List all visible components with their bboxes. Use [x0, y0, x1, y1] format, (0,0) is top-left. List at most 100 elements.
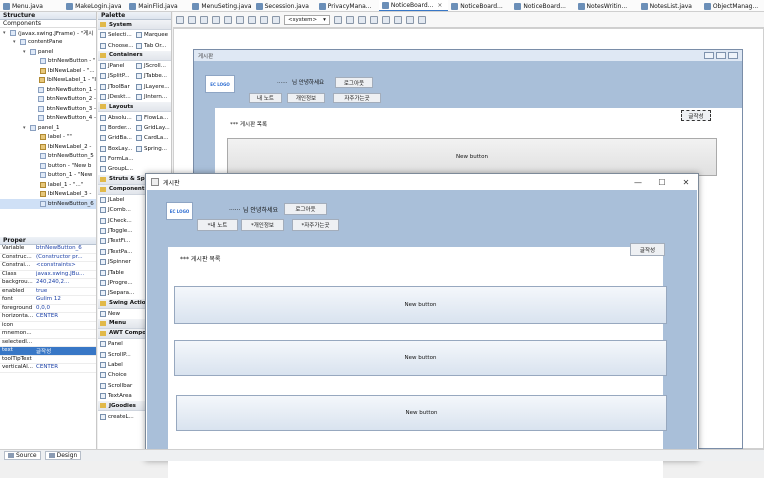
property-row[interactable]: text 글작성	[0, 347, 96, 356]
favorites-button[interactable]: 자주가는곳	[333, 93, 381, 103]
tree-item[interactable]: btnNewButton - "	[0, 57, 96, 67]
palette-item[interactable]: JPanel	[98, 61, 134, 71]
close-button[interactable]: ✕	[674, 174, 698, 190]
palette-item[interactable]: GridLay...	[134, 123, 170, 133]
same-height-icon[interactable]	[417, 15, 426, 24]
favorites-button[interactable]: *자주가는곳	[292, 219, 339, 231]
expand-icon[interactable]: ▾	[23, 49, 28, 55]
tree-item[interactable]: button - "New b	[0, 161, 96, 171]
write-post-button[interactable]: 글작성	[630, 243, 665, 256]
palette-item[interactable]: ScrollP...	[98, 349, 134, 359]
palette-item[interactable]: Absolu...	[98, 112, 134, 122]
palette-item[interactable]: createL...	[98, 411, 134, 421]
look-and-feel-icon[interactable]	[272, 15, 280, 24]
tree-item[interactable]: btnNewButton_5	[0, 152, 96, 162]
palette-item[interactable]: JTextPa...	[98, 247, 134, 257]
palette-item[interactable]: JSepara...	[98, 288, 134, 298]
tree-item[interactable]: lblNewLabel - "...	[0, 66, 96, 76]
palette-item[interactable]: Selecti...	[98, 30, 134, 40]
tree-item[interactable]: lblNewLabel_2 -	[0, 142, 96, 152]
palette-item[interactable]: JProgre...	[98, 278, 134, 288]
tree-item[interactable]: lblNewLabel_1 - "I	[0, 76, 96, 86]
minimize-button[interactable]: —	[626, 174, 650, 190]
align-center-icon[interactable]	[345, 15, 354, 24]
undo-icon[interactable]	[176, 15, 184, 24]
expand-icon[interactable]: ▾	[3, 30, 8, 36]
tree-item[interactable]: ▾ (javax.swing.JFrame) - "게시	[0, 28, 96, 38]
align-bottom-icon[interactable]	[393, 15, 402, 24]
property-value[interactable]	[36, 339, 96, 347]
palette-item[interactable]: GroupL...	[98, 164, 134, 174]
tree-item[interactable]: ▾ contentPane	[0, 38, 96, 48]
palette-item[interactable]: FormLa...	[98, 154, 134, 164]
editor-tab[interactable]: NoticeBoard... ×	[378, 0, 449, 11]
editor-tab[interactable]: Menu.java	[0, 0, 63, 11]
property-value[interactable]: btnNewButton_6	[36, 245, 96, 253]
align-right-icon[interactable]	[357, 15, 366, 24]
palette-category[interactable]: Layouts	[98, 102, 171, 113]
my-notes-button[interactable]: 내 노트	[249, 93, 282, 103]
align-middle-icon[interactable]	[381, 15, 390, 24]
property-value[interactable]: (Constructor pr...	[36, 254, 96, 262]
editor-tab[interactable]: PrivacyMana...	[316, 0, 379, 11]
palette-item[interactable]: JSpinner	[98, 257, 134, 267]
property-value[interactable]: javax.swing.JBu...	[36, 271, 96, 279]
editor-tab[interactable]: Secession.java	[253, 0, 316, 11]
design-tab[interactable]: Design	[44, 451, 82, 460]
palette-item[interactable]: JLabel	[98, 195, 134, 205]
tree-item[interactable]: btnNewButton_3 -	[0, 104, 96, 114]
welcome-dots-label[interactable]: ......	[277, 79, 288, 85]
align-top-icon[interactable]	[369, 15, 378, 24]
tree-item[interactable]: button_1 - "New	[0, 171, 96, 181]
property-row[interactable]: Construc... (Constructor pr...	[0, 254, 96, 262]
property-row[interactable]: foreground 0,0,0	[0, 305, 96, 313]
property-value[interactable]	[36, 322, 96, 330]
palette-item[interactable]: Scrollbar	[98, 381, 134, 391]
editor-tab[interactable]: MakeLogin.java	[63, 0, 126, 11]
palette-item[interactable]: CardLa...	[134, 133, 170, 143]
palette-item[interactable]: JTabbe...	[134, 71, 170, 81]
palette-item[interactable]: JLayere...	[134, 82, 170, 92]
palette-item[interactable]: JTable	[98, 267, 134, 277]
privacy-button[interactable]: *개인정보	[241, 219, 284, 231]
logout-button[interactable]: 로그아웃	[335, 77, 373, 88]
property-value[interactable]: true	[36, 288, 96, 296]
board-window[interactable]: 게시판 — ☐ ✕ EC LOGO ...... 님 안녕하세요 로그아웃 *내…	[145, 173, 699, 478]
palette-item[interactable]: JSplitP...	[98, 71, 134, 81]
tree-item[interactable]: ▾ panel	[0, 47, 96, 57]
palette-item[interactable]: Choose...	[98, 40, 134, 50]
align-left-icon[interactable]	[333, 15, 342, 24]
editor-tab[interactable]: NotesList.java	[638, 0, 701, 11]
palette-item[interactable]: JTextFi...	[98, 236, 134, 246]
privacy-button[interactable]: 개인정보	[287, 93, 325, 103]
post-button[interactable]: New button	[174, 286, 667, 324]
editor-tab[interactable]: MainFlid.java	[126, 0, 189, 11]
palette-item[interactable]: JToggle...	[98, 226, 134, 236]
delete-icon[interactable]	[248, 15, 256, 24]
tree-item[interactable]: lblNewLabel_3 -	[0, 190, 96, 200]
palette-item[interactable]: Choice	[98, 370, 134, 380]
property-value[interactable]: 0,0,0	[36, 305, 96, 313]
close-tab-icon[interactable]: ×	[437, 2, 442, 9]
palette-category[interactable]: System	[98, 20, 171, 30]
tree-item[interactable]: label_1 - "..."	[0, 180, 96, 190]
palette-item[interactable]: Border...	[98, 123, 134, 133]
tree-item[interactable]: ▾ panel_1	[0, 123, 96, 133]
palette-item[interactable]: FlowLa...	[134, 112, 170, 122]
post-button[interactable]: New button	[174, 340, 667, 376]
property-value[interactable]: 240,240,2...	[36, 279, 96, 287]
logout-button[interactable]: 로그아웃	[284, 203, 327, 215]
write-post-button[interactable]: 글작성	[681, 110, 711, 121]
source-tab[interactable]: Source	[4, 451, 41, 460]
property-value[interactable]: CENTER	[36, 364, 96, 372]
palette-item[interactable]: JCheck...	[98, 215, 134, 225]
cut-icon[interactable]	[212, 15, 220, 24]
post-button[interactable]: New button	[176, 395, 667, 431]
look-and-feel-select[interactable]: <system> ▾	[284, 14, 330, 25]
maximize-button[interactable]: ☐	[650, 174, 674, 190]
tree-item[interactable]: btnNewButton_4 -	[0, 114, 96, 124]
editor-tab[interactable]: NoticeBoard...	[448, 0, 511, 11]
property-row[interactable]: enabled true	[0, 288, 96, 296]
editor-tab[interactable]: NoticeBoard...	[511, 0, 574, 11]
property-row[interactable]: Constrai... <constraints>	[0, 262, 96, 271]
